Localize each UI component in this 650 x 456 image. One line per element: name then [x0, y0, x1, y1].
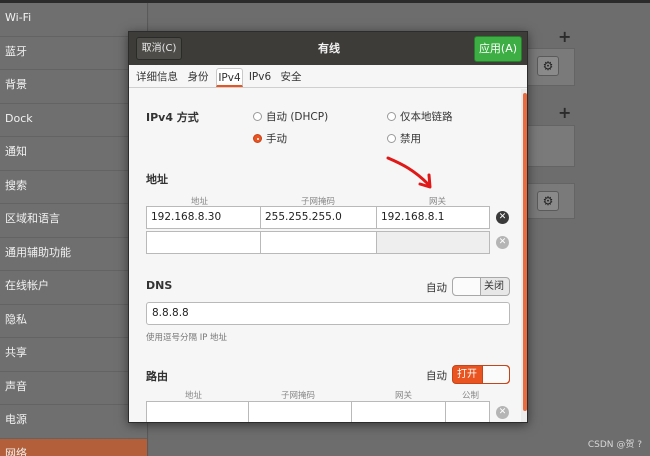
address-input-2[interactable] — [146, 231, 261, 254]
netmask-input-2[interactable] — [260, 231, 377, 254]
sidebar-item-sound[interactable]: 声音 — [0, 372, 147, 405]
route-address-input[interactable] — [146, 401, 249, 422]
sidebar-item-dock[interactable]: Dock — [0, 104, 147, 137]
sidebar-item-background[interactable]: 背景 — [0, 70, 147, 104]
routes-switch-label: 打开 — [457, 369, 477, 380]
sidebar-item-network[interactable]: 网络 — [0, 438, 147, 456]
route-metric-col-header: 公制 — [462, 391, 480, 401]
routes-section-label: 路由 — [146, 370, 168, 383]
remove-empty-address-icon[interactable]: ✕ — [496, 236, 509, 249]
add-connection-icon[interactable]: + — [558, 27, 571, 46]
dns-input[interactable]: 8.8.8.8 — [146, 302, 510, 325]
annotation-arrow-icon — [386, 156, 432, 189]
routes-switch-knob — [482, 366, 509, 383]
radio-link-local-indicator — [387, 112, 396, 121]
dns-switch-knob — [453, 278, 481, 295]
sidebar-item-power[interactable]: 电源 — [0, 405, 147, 439]
address-input-1[interactable]: 192.168.8.30 — [146, 206, 261, 229]
dns-auto-label: 自动 — [426, 282, 447, 294]
route-address-col-header: 地址 — [185, 391, 203, 401]
tab-identity[interactable]: 身份 — [184, 68, 212, 87]
proxy-settings-gear-icon[interactable]: ⚙ — [537, 191, 559, 211]
route-metric-input[interactable] — [445, 401, 490, 422]
radio-dhcp[interactable]: 自动 (DHCP) — [253, 109, 328, 124]
ipv4-method-label: IPv4 方式 — [146, 111, 199, 124]
radio-manual[interactable]: 手动 — [253, 131, 287, 146]
sidebar-item-bluetooth[interactable]: 蓝牙 — [0, 37, 147, 70]
dns-switch-label: 关闭 — [484, 281, 504, 292]
sidebar-item-accessibility[interactable]: 通用辅助功能 — [0, 238, 147, 271]
route-netmask-col-header: 子网掩码 — [281, 391, 316, 401]
sidebar-item-region-language[interactable]: 区域和语言 — [0, 204, 147, 238]
dialog-tabs: 详细信息 身份 IPv4 IPv6 安全 — [129, 66, 527, 88]
sidebar-item-notifications[interactable]: 通知 — [0, 137, 147, 171]
route-gateway-input[interactable] — [351, 401, 446, 422]
sidebar-item-sharing[interactable]: 共享 — [0, 338, 147, 372]
radio-dhcp-label: 自动 (DHCP) — [266, 111, 329, 123]
tab-ipv4[interactable]: IPv4 — [216, 68, 243, 87]
dialog-title: 有线 — [318, 42, 340, 55]
dialog-scrollbar[interactable] — [521, 89, 527, 422]
sidebar-item-online-accounts[interactable]: 在线帐户 — [0, 271, 147, 305]
dns-section-label: DNS — [146, 279, 173, 292]
radio-disabled-label: 禁用 — [400, 133, 421, 145]
sidebar-item-privacy[interactable]: 隐私 — [0, 305, 147, 338]
tab-details[interactable]: 详细信息 — [133, 68, 181, 87]
remove-route-icon[interactable]: ✕ — [496, 406, 509, 419]
radio-disabled-indicator — [387, 134, 396, 143]
routes-auto-switch[interactable]: 打开 — [452, 365, 510, 384]
radio-link-local-label: 仅本地链路 — [400, 111, 453, 123]
ipv4-settings-content: IPv4 方式 自动 (DHCP) 仅本地链路 手动 禁用 地址 地址 子网掩码… — [129, 89, 521, 422]
wired-settings-gear-icon[interactable]: ⚙ — [537, 56, 559, 76]
routes-auto-label: 自动 — [426, 370, 447, 382]
wired-settings-dialog: 取消(C) 有线 应用(A) 详细信息 身份 IPv4 IPv6 安全 IPv4… — [128, 31, 528, 423]
remove-address-icon[interactable]: ✕ — [496, 211, 509, 224]
radio-link-local[interactable]: 仅本地链路 — [387, 109, 453, 124]
watermark: CSDN @贺 ? — [587, 440, 642, 450]
radio-disabled[interactable]: 禁用 — [387, 131, 421, 146]
address-section-label: 地址 — [146, 173, 168, 186]
dialog-titlebar: 取消(C) 有线 应用(A) — [129, 32, 527, 65]
radio-manual-indicator — [253, 134, 262, 143]
sidebar-item-search[interactable]: 搜索 — [0, 171, 147, 204]
tab-security[interactable]: 安全 — [277, 68, 305, 87]
sidebar-item-wifi[interactable]: Wi-Fi — [0, 3, 147, 37]
apply-button[interactable]: 应用(A) — [474, 36, 522, 62]
gateway-input-1[interactable]: 192.168.8.1 — [376, 206, 490, 229]
route-gateway-col-header: 网关 — [395, 391, 413, 401]
dns-hint: 使用逗号分隔 IP 地址 — [146, 333, 228, 343]
route-netmask-input[interactable] — [248, 401, 352, 422]
add-vpn-icon[interactable]: + — [558, 103, 571, 122]
gateway-input-2[interactable] — [376, 231, 490, 254]
cancel-button[interactable]: 取消(C) — [136, 37, 182, 60]
dialog-scrollbar-thumb[interactable] — [523, 93, 527, 411]
dns-auto-switch[interactable]: 关闭 — [452, 277, 510, 296]
radio-manual-label: 手动 — [266, 133, 287, 145]
settings-sidebar: Wi-Fi 蓝牙 背景 Dock 通知 搜索 区域和语言 通用辅助功能 在线帐户… — [0, 3, 148, 456]
tab-ipv6[interactable]: IPv6 — [247, 68, 273, 87]
netmask-input-1[interactable]: 255.255.255.0 — [260, 206, 377, 229]
radio-dhcp-indicator — [253, 112, 262, 121]
